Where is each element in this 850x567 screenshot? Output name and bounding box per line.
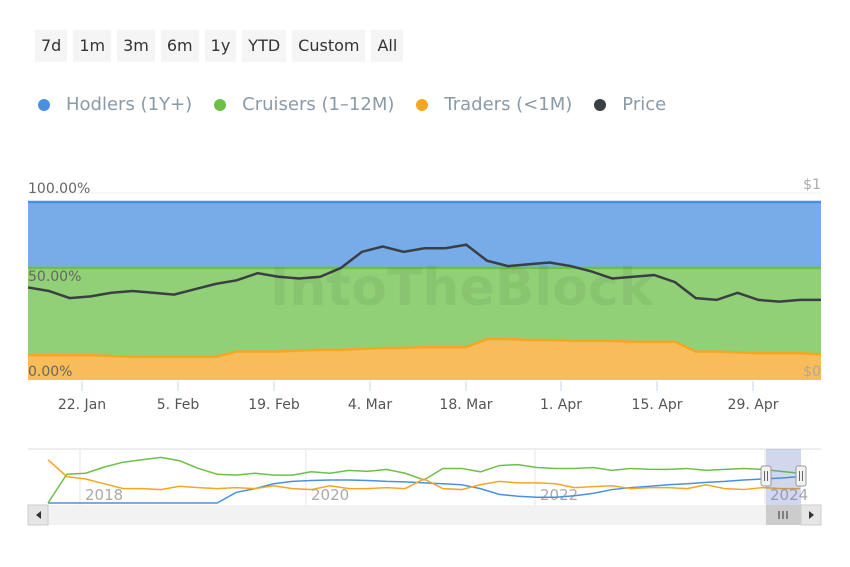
x-tick-label: 19. Feb [248, 397, 300, 413]
chart-svg: IntoTheBlock 0.00% 50.00% 100.00% $0 $1 22. J… [27, 177, 822, 526]
navigator: 2018 2020 2022 2024 [27, 448, 822, 526]
navigator-year-label: 2018 [85, 486, 123, 504]
watermark: IntoTheBlock [270, 258, 655, 318]
x-tick-label: 15. Apr [632, 397, 683, 413]
navigator-right-handle[interactable] [795, 465, 807, 487]
x-tick-label: 18. Mar [439, 397, 492, 413]
y-right-tick-label: $1 [803, 177, 821, 193]
handle-body[interactable] [760, 465, 772, 487]
y-tick-label: 0.00% [28, 364, 72, 380]
y-right-tick-label: $0 [803, 364, 821, 380]
x-tick-label: 5. Feb [157, 397, 200, 413]
x-tick-label: 4. Mar [348, 397, 392, 413]
x-tick-label: 22. Jan [58, 397, 106, 413]
navigator-series-line [47, 456, 801, 504]
y-tick-label: 50.00% [28, 269, 81, 285]
scrollbar-track[interactable] [28, 505, 821, 525]
navigator-year-label: 2022 [540, 486, 578, 504]
navigator-left-handle[interactable] [760, 465, 772, 487]
x-tick-label: 29. Apr [728, 397, 779, 413]
navigator-series-line [47, 459, 800, 491]
x-tick-label: 1. Apr [540, 397, 582, 413]
y-tick-label: 100.00% [28, 181, 90, 197]
handle-body[interactable] [795, 465, 807, 487]
